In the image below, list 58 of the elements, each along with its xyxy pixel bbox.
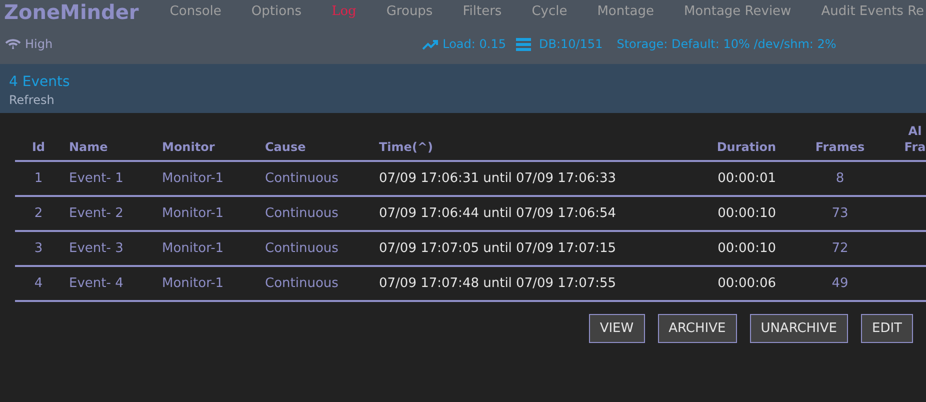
table-cell-text: Event- 3 <box>68 240 124 258</box>
nav-link[interactable]: Montage <box>597 2 654 22</box>
nav-link[interactable]: Audit Events Re <box>821 2 924 22</box>
table-cell-text: Event- 2 <box>68 204 124 223</box>
table-cell-text: 4 <box>33 274 44 293</box>
load-status: Load: 0.15 <box>442 36 506 53</box>
column-header[interactable]: Cause <box>258 139 372 155</box>
bandwidth-label[interactable]: High <box>25 35 53 53</box>
trend-chart-icon <box>422 38 439 50</box>
column-header[interactable]: Id <box>15 139 62 155</box>
wifi-icon <box>5 38 21 50</box>
database-icon <box>516 38 531 50</box>
table-cell-text: Monitor-1 <box>161 274 225 293</box>
nav-link[interactable]: Filters <box>462 2 502 22</box>
column-header[interactable]: Time(^) <box>372 139 700 155</box>
table-cell-text: 2 <box>33 204 44 223</box>
column-header[interactable]: Name <box>62 139 155 155</box>
table-cell-text: Continuous <box>264 240 340 258</box>
action-button[interactable]: ARCHIVE <box>658 314 737 343</box>
events-count-title: 4 Events <box>9 73 70 91</box>
nav-link[interactable]: Options <box>251 2 302 22</box>
table-cell-text: Continuous <box>264 204 340 223</box>
table-cell-text: Monitor-1 <box>161 170 225 188</box>
table-cell-text: 00:00:01 <box>716 170 777 188</box>
table-cell-text: 73 <box>830 204 850 223</box>
table-cell-text: 00:00:10 <box>716 204 777 223</box>
nav-link[interactable]: Montage Review <box>684 2 792 22</box>
table-cell-text: Monitor-1 <box>161 204 225 223</box>
table-cell-text: Monitor-1 <box>161 240 225 258</box>
table-cell-text: Continuous <box>264 274 340 293</box>
nav-link[interactable]: Groups <box>386 2 433 22</box>
table-cell-text: 1 <box>33 170 44 188</box>
action-button[interactable]: EDIT <box>861 314 913 343</box>
column-header[interactable]: Duration <box>700 139 785 155</box>
refresh-link[interactable]: Refresh <box>9 91 54 109</box>
table-cell-text: 07/09 17:06:31 until 07/09 17:06:33 <box>378 170 618 188</box>
table-cell-text: 3 <box>33 240 44 258</box>
db-status: DB:10/151 <box>538 36 603 53</box>
column-header[interactable]: Frames <box>785 139 895 155</box>
column-header[interactable]: Monitor <box>155 139 258 155</box>
table-cell-text: 07/09 17:07:48 until 07/09 17:07:55 <box>378 274 618 293</box>
table-cell-text: 00:00:06 <box>716 274 777 293</box>
table-cell-text: 00:00:10 <box>716 240 777 258</box>
table-cell-text: Event- 4 <box>68 274 124 293</box>
action-button[interactable]: VIEW <box>588 314 645 343</box>
table-cell-text: Continuous <box>264 170 340 188</box>
app-title: ZoneMinder <box>4 0 139 26</box>
column-header[interactable]: Al Fra <box>895 123 926 155</box>
table-cell-text: 49 <box>830 274 850 293</box>
table-cell-text: 07/09 17:06:44 until 07/09 17:06:54 <box>378 204 618 223</box>
nav-link[interactable]: Cycle <box>532 2 568 22</box>
table-cell-text: 07/09 17:07:05 until 07/09 17:07:15 <box>378 240 618 258</box>
storage-status: Storage: Default: 10% /dev/shm: 2% <box>616 36 836 53</box>
action-button[interactable]: UNARCHIVE <box>750 314 848 343</box>
table-cell-text: 8 <box>834 170 846 188</box>
table-cell-text: Event- 1 <box>68 170 124 188</box>
nav-link[interactable]: Console <box>170 2 222 22</box>
table-cell-text: 72 <box>830 240 850 258</box>
